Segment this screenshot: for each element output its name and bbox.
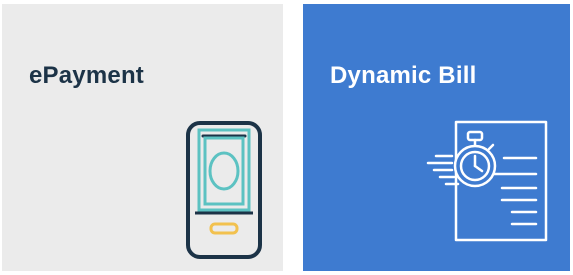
epayment-tile[interactable]: ePayment	[2, 4, 283, 271]
dynamic-bill-tile[interactable]: Dynamic Bill	[303, 4, 570, 271]
bill-stopwatch-icon	[426, 120, 548, 242]
mobile-payment-icon	[186, 121, 262, 259]
dynamic-bill-title: Dynamic Bill	[330, 62, 477, 89]
epayment-title: ePayment	[29, 62, 144, 89]
